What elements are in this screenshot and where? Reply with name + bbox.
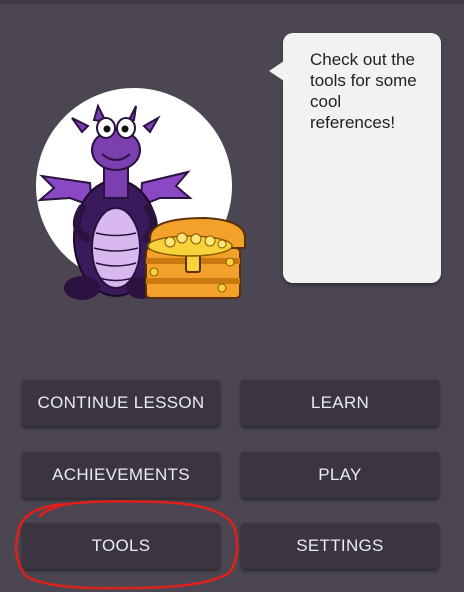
top-bar [0,0,464,4]
speech-bubble: Check out the tools for some cool refere… [269,33,441,283]
achievements-button[interactable]: ACHIEVEMENTS [22,452,220,498]
mascot-illustration [30,88,260,308]
treasure-chest-icon [145,216,246,299]
learn-button[interactable]: LEARN [241,380,439,426]
speech-bubble-text: Check out the tools for some cool refere… [310,50,417,132]
play-button[interactable]: PLAY [241,452,439,498]
settings-button[interactable]: SETTINGS [241,523,439,569]
continue-lesson-button[interactable]: CONTINUE LESSON [22,380,220,426]
dragon-icon [37,103,246,300]
tools-button[interactable]: TOOLS [22,523,220,569]
